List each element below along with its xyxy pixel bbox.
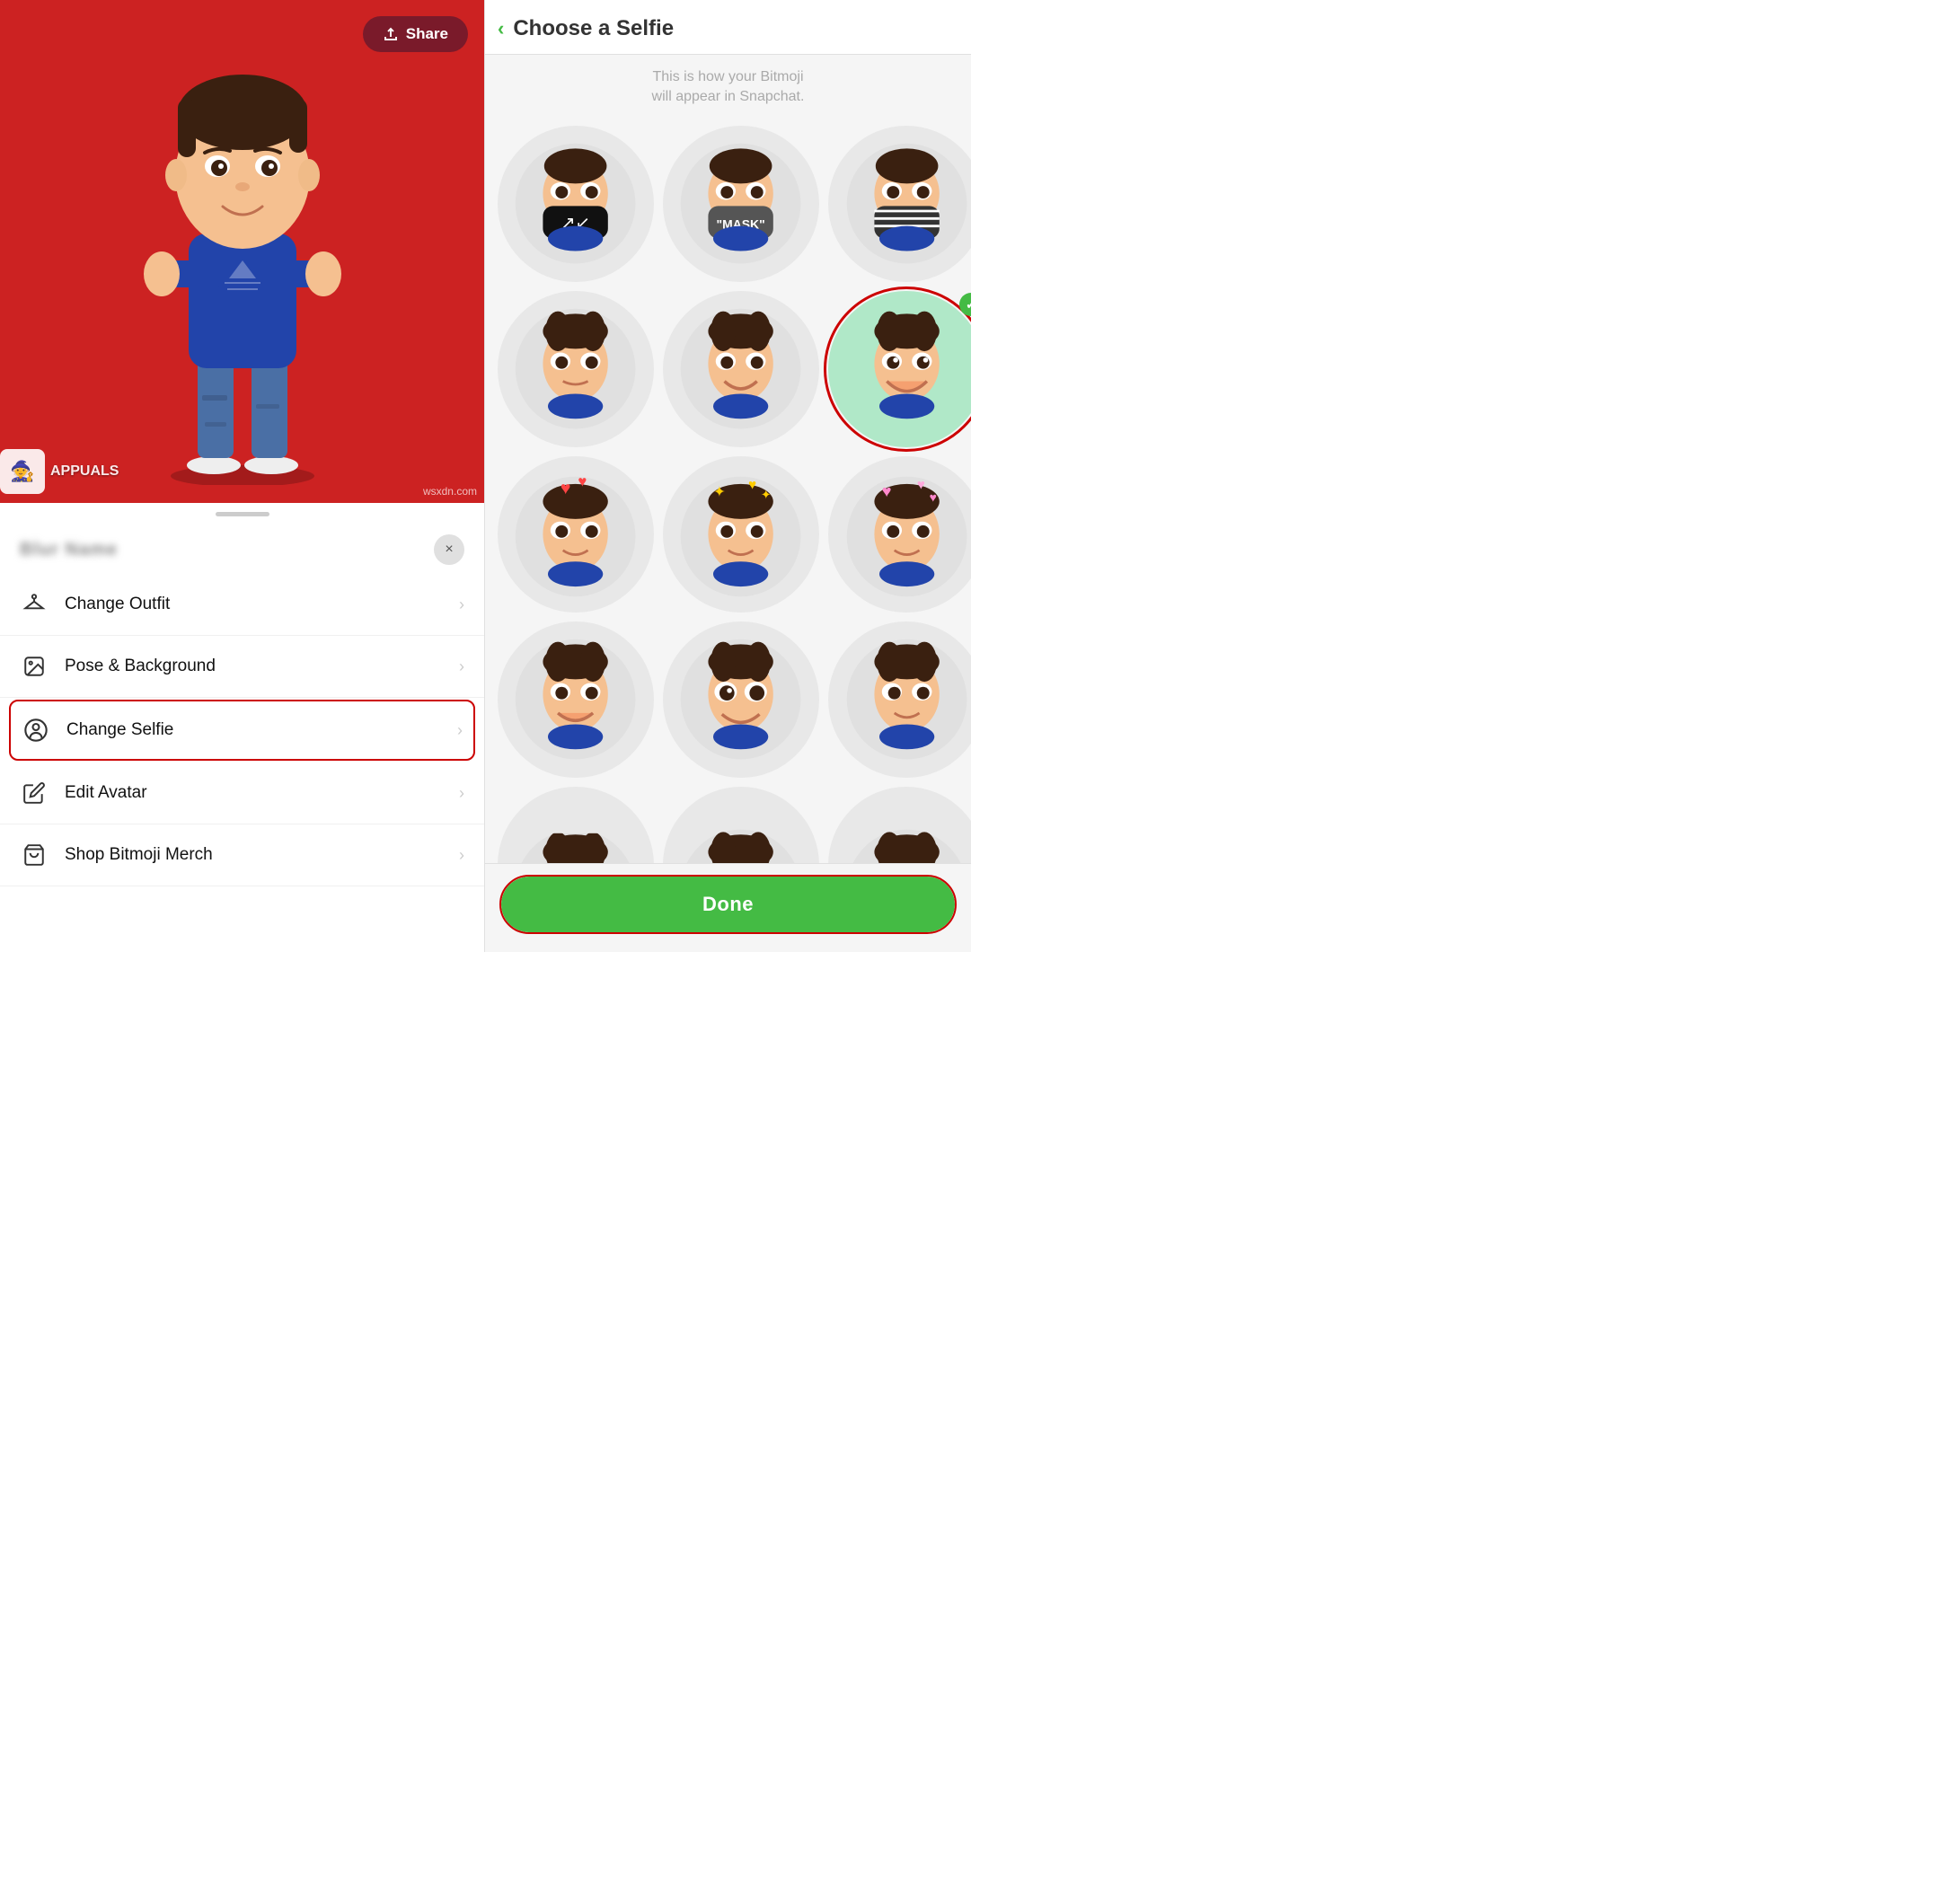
chevron-right-icon-3: › [457, 721, 463, 740]
selfie-item-11[interactable] [663, 621, 819, 778]
change-selfie-label: Change Selfie [66, 720, 173, 740]
wsxdn-watermark: wsxdn.com [423, 485, 477, 498]
selfie-item-6-selected[interactable]: ✓ [828, 291, 971, 447]
svg-text:♥: ♥ [748, 478, 756, 493]
subtitle-text: This is how your Bitmojiwill appear in S… [485, 55, 971, 117]
edit-avatar-label: Edit Avatar [65, 783, 147, 803]
selfie-item-9[interactable]: ♥ ♥ ♥ [828, 456, 971, 613]
chevron-right-icon-4: › [459, 784, 464, 803]
svg-text:♥: ♥ [578, 473, 587, 490]
done-button[interactable]: Done [501, 877, 955, 932]
menu-username: Blur Name [20, 540, 118, 560]
shop-merch-label: Shop Bitmoji Merch [65, 845, 213, 865]
watermark-logo: 🧙 [0, 449, 45, 494]
svg-text:♥: ♥ [916, 478, 924, 493]
selfie-item-1[interactable]: ↗↙ [498, 126, 654, 282]
left-panel: Share [0, 0, 485, 952]
chevron-right-icon-2: › [459, 657, 464, 676]
selfie-item-10[interactable] [498, 621, 654, 778]
menu-item-shop-merch[interactable]: Shop Bitmoji Merch › [0, 824, 484, 886]
pose-background-label: Pose & Background [65, 657, 216, 676]
menu-user-row: Blur Name × [0, 522, 484, 574]
svg-text:✦: ✦ [713, 483, 726, 500]
pencil-icon [20, 779, 49, 807]
menu-item-change-outfit[interactable]: Change Outfit › [0, 574, 484, 636]
menu-panel: Blur Name × Change Outfit › [0, 522, 484, 952]
selfie-item-4[interactable] [498, 291, 654, 447]
svg-text:♥: ♥ [929, 490, 936, 505]
svg-text:♥: ♥ [881, 482, 891, 500]
svg-text:✦: ✦ [761, 488, 772, 502]
selfie-item-2[interactable]: "MASK" [663, 126, 819, 282]
menu-close-button[interactable]: × [434, 534, 464, 565]
chevron-right-icon: › [459, 595, 464, 614]
pull-handle [216, 512, 269, 516]
done-bar-inner: Done [499, 875, 957, 934]
right-header: ‹ Choose a Selfie [485, 0, 971, 55]
menu-item-pose-background[interactable]: Pose & Background › [0, 636, 484, 698]
person-circle-icon [22, 716, 50, 745]
change-outfit-label: Change Outfit [65, 595, 170, 614]
done-bar: Done [485, 863, 971, 952]
watermark: 🧙 APPUALS [0, 449, 119, 494]
image-icon [20, 652, 49, 681]
watermark-text: APPUALS [50, 463, 119, 480]
right-panel: ‹ Choose a Selfie This is how your Bitmo… [485, 0, 971, 952]
avatar-figure [108, 18, 377, 485]
menu-item-change-selfie[interactable]: Change Selfie › [9, 700, 475, 761]
selfie-item-5[interactable] [663, 291, 819, 447]
avatar-preview: Share [0, 0, 484, 503]
right-title: Choose a Selfie [513, 16, 674, 41]
selfie-item-8[interactable]: ✦ ♥ ✦ [663, 456, 819, 613]
back-button[interactable]: ‹ [498, 17, 504, 40]
chevron-right-icon-5: › [459, 846, 464, 865]
selfie-item-12[interactable] [828, 621, 971, 778]
selfie-item-3[interactable] [828, 126, 971, 282]
svg-text:♥: ♥ [561, 479, 571, 498]
share-button[interactable]: Share [363, 16, 468, 52]
selfie-grid: ↗↙ "MASK" [485, 117, 971, 952]
menu-item-edit-avatar[interactable]: Edit Avatar › [0, 762, 484, 824]
selfie-item-7[interactable]: ♥ ♥ [498, 456, 654, 613]
hanger-icon [20, 590, 49, 619]
bag-icon [20, 841, 49, 869]
